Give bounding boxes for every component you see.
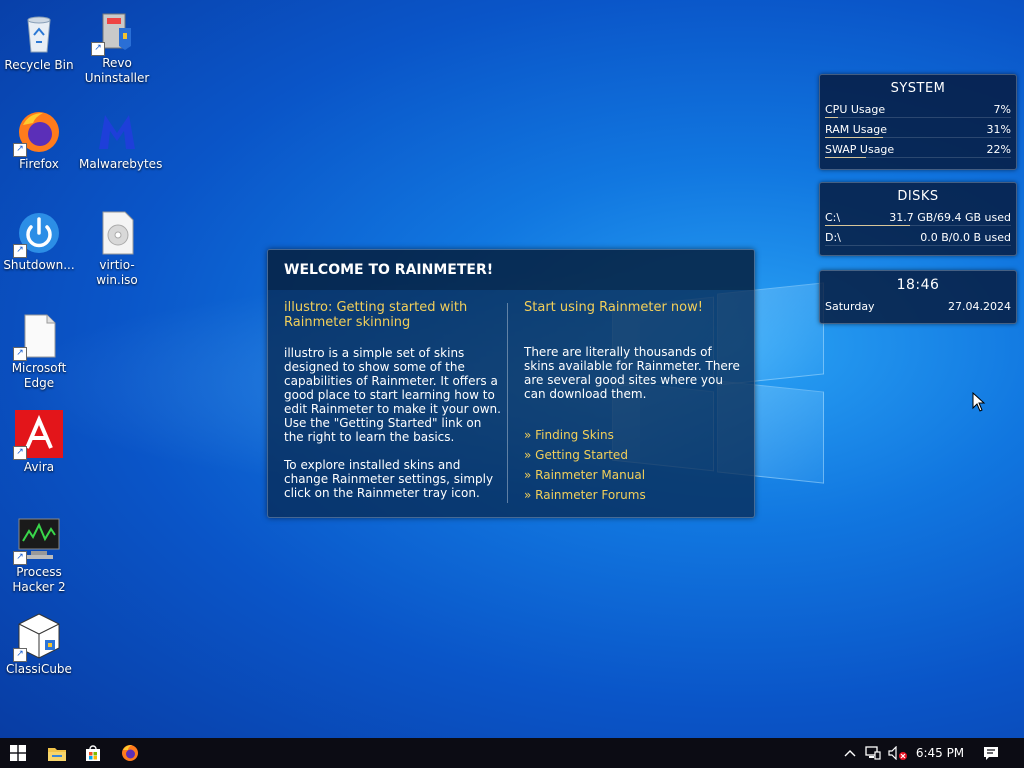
shortcut-arrow-icon: ↗ [13, 551, 27, 565]
link-rainmeter-forums[interactable]: » Rainmeter Forums [524, 485, 742, 505]
welcome-right-column: Start using Rainmeter now! There are lit… [524, 300, 742, 505]
windows-start-icon[interactable] [0, 738, 36, 768]
clock-date: 27.04.2024 [948, 300, 1011, 313]
taskbar: 6:45 PM [0, 738, 1024, 768]
shortcut-arrow-icon: ↗ [13, 446, 27, 460]
microsoft-store-icon[interactable] [75, 738, 111, 768]
clock-date-row: Saturday 27.04.2024 [825, 297, 1011, 317]
power-icon: ↗ [13, 208, 63, 258]
malwarebytes-icon [93, 107, 141, 155]
welcome-title: WELCOME TO RAINMETER! [268, 250, 754, 290]
cpu-usage-bar [825, 117, 839, 118]
shortcut-arrow-icon: ↗ [13, 648, 27, 662]
blank-file-icon: ↗ [13, 311, 63, 361]
ram-usage-bar [825, 137, 883, 138]
firefox-icon: ↗ [13, 107, 63, 157]
desktop-icon-label: ClassiCube [6, 662, 72, 676]
desktop-icon-label: Revo Uninstaller [84, 56, 150, 85]
clock-time: 18:46 [896, 277, 940, 293]
cpu-usage-row: CPU Usage 7% [825, 100, 1011, 120]
link-getting-started[interactable]: » Getting Started [524, 445, 742, 465]
classicube-icon: ↗ [13, 612, 63, 662]
left-heading: illustro: Getting started with Rainmeter… [284, 300, 468, 330]
desktop-icon-revo-uninstaller[interactable]: ↗ Revo Uninstaller [79, 6, 155, 86]
revo-uninstaller-icon: ↗ [91, 6, 141, 56]
shortcut-arrow-icon: ↗ [13, 347, 27, 361]
desktop-icon-shutdown[interactable]: ↗ Shutdown... [1, 208, 77, 273]
desktop-icon-label: Recycle Bin [4, 58, 74, 72]
desktop-icon-avira[interactable]: ↗ Avira [1, 410, 77, 475]
rainmeter-system-skin[interactable]: SYSTEM CPU Usage 7% RAM Usage 31% SWAP U… [819, 74, 1017, 170]
chevron-up-icon[interactable] [840, 738, 860, 768]
firefox-icon[interactable] [112, 738, 148, 768]
disk-d-row: D:\ 0.0 B/0.0 B used [825, 228, 1011, 248]
disc-image-file-icon [93, 208, 141, 256]
disk-c-row: C:\ 31.7 GB/69.4 GB used [825, 208, 1011, 228]
desktop-icon-malwarebytes[interactable]: Malwarebytes [79, 107, 163, 172]
desktop-icon-virtio-iso[interactable]: virtio-win.iso [79, 208, 155, 288]
swap-usage-bar [825, 157, 866, 158]
rainmeter-welcome-window[interactable]: WELCOME TO RAINMETER! illustro: Getting … [267, 249, 755, 518]
rainmeter-disks-skin[interactable]: DISKS C:\ 31.7 GB/69.4 GB used D:\ 0.0 B… [819, 182, 1017, 256]
desktop-icon-label: Shutdown... [3, 258, 75, 272]
desktop-icon-label: Process Hacker 2 [12, 565, 66, 594]
avira-icon: ↗ [13, 410, 63, 460]
desktop-icon-label: Avira [23, 460, 55, 474]
disks-skin-title: DISKS [897, 189, 939, 204]
desktop-icon-recycle-bin[interactable]: Recycle Bin [1, 8, 77, 73]
taskbar-clock[interactable]: 6:45 PM [912, 738, 968, 768]
recycle-bin-icon [15, 8, 63, 56]
swap-usage-row: SWAP Usage 22% [825, 140, 1011, 160]
volume-muted-icon[interactable] [886, 738, 910, 768]
desktop-icon-label: Microsoft Edge [11, 361, 67, 390]
clock-day: Saturday [825, 300, 875, 313]
desktop-icon-label: virtio-win.iso [96, 258, 138, 287]
notification-icon[interactable] [978, 738, 1004, 768]
right-paragraph: There are literally thousands of skins a… [524, 345, 740, 401]
right-heading: Start using Rainmeter now! [524, 300, 703, 315]
system-skin-title: SYSTEM [890, 81, 946, 96]
desktop-icon-label: Malwarebytes [79, 157, 163, 171]
disk-c-bar [825, 225, 910, 226]
shortcut-arrow-icon: ↗ [91, 42, 105, 56]
left-paragraph-2: To explore installed skins and change Ra… [284, 458, 494, 500]
desktop-icon-classicube[interactable]: ↗ ClassiCube [1, 612, 77, 677]
ram-usage-row: RAM Usage 31% [825, 120, 1011, 140]
shortcut-arrow-icon: ↗ [13, 244, 27, 258]
desktop-icon-process-hacker[interactable]: ↗ Process Hacker 2 [1, 515, 77, 595]
file-explorer-icon[interactable] [39, 738, 75, 768]
desktop-icon-label: Firefox [19, 157, 59, 171]
left-paragraph-1: illustro is a simple set of skins design… [284, 346, 501, 444]
welcome-left-column: illustro: Getting started with Rainmeter… [284, 300, 502, 514]
process-hacker-icon: ↗ [13, 515, 63, 565]
rainmeter-clock-skin[interactable]: 18:46 Saturday 27.04.2024 [819, 270, 1017, 324]
link-rainmeter-manual[interactable]: » Rainmeter Manual [524, 465, 742, 485]
desktop-icon-microsoft-edge[interactable]: ↗ Microsoft Edge [1, 311, 77, 391]
shortcut-arrow-icon: ↗ [13, 143, 27, 157]
desktop-icon-firefox[interactable]: ↗ Firefox [1, 107, 77, 172]
column-divider [507, 303, 508, 503]
network-icon[interactable] [862, 738, 884, 768]
link-finding-skins[interactable]: » Finding Skins [524, 425, 742, 445]
mouse-cursor-icon [972, 391, 986, 416]
